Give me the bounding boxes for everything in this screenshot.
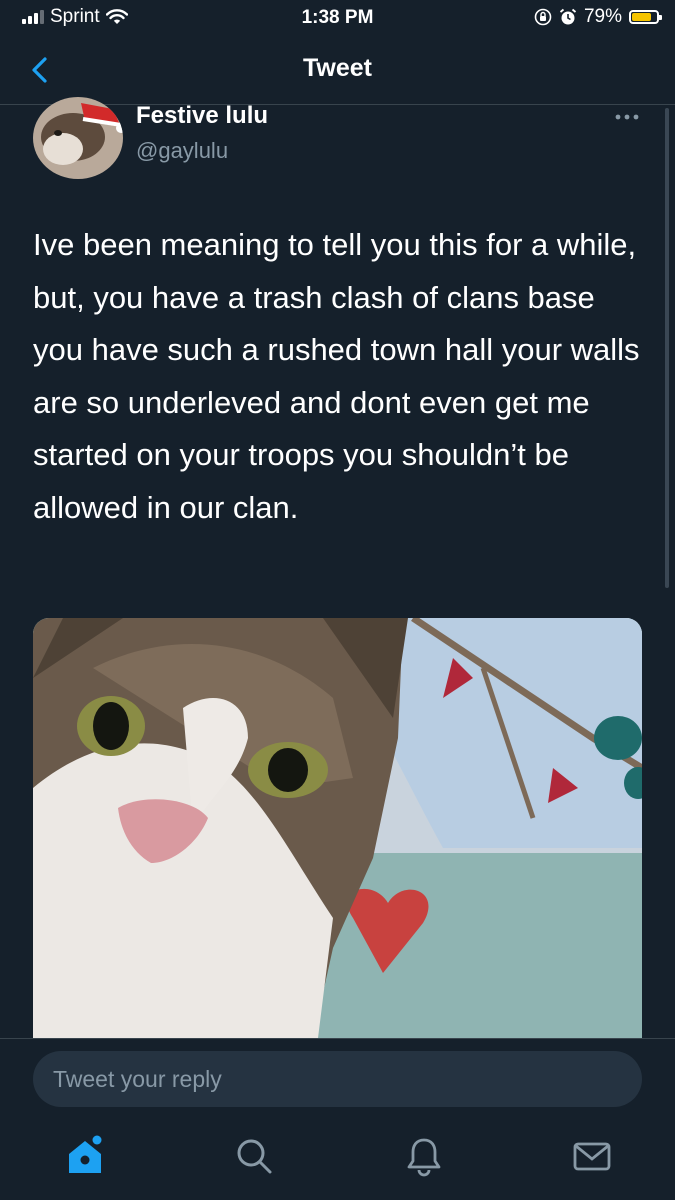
mail-icon[interactable]	[570, 1134, 614, 1178]
tweet-text: Ive been meaning to tell you this for a …	[33, 227, 640, 525]
battery-icon	[629, 10, 662, 24]
bell-icon[interactable]	[402, 1134, 446, 1178]
tweet-photo[interactable]	[33, 618, 642, 1038]
scrollbar[interactable]	[665, 108, 669, 588]
status-bar: Sprint 1:38 PM 79%	[0, 0, 675, 36]
search-icon[interactable]	[232, 1134, 276, 1178]
avatar[interactable]	[33, 97, 123, 179]
rotation-lock-icon	[534, 8, 552, 26]
home-icon[interactable]	[63, 1134, 107, 1178]
author-handle[interactable]: @gaylulu	[136, 138, 228, 164]
more-options-icon[interactable]	[612, 104, 642, 130]
page-title: Tweet	[303, 54, 372, 82]
reply-input[interactable]: Tweet your reply	[33, 1051, 642, 1107]
status-right: 79%	[534, 6, 662, 28]
tab-bar	[0, 1118, 675, 1200]
tweet-header: Tweet	[0, 40, 675, 105]
reply-bar: Tweet your reply	[0, 1038, 675, 1119]
battery-percent: 79%	[583, 6, 622, 27]
author-name[interactable]: Festive lulu	[136, 102, 268, 130]
alarm-icon	[559, 8, 577, 25]
